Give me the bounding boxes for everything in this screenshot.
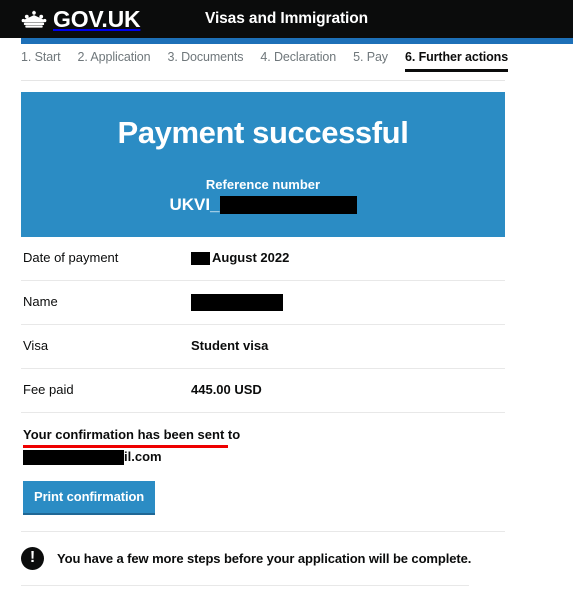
- step-declaration[interactable]: 4. Declaration: [260, 50, 336, 69]
- email-suffix-text: il.com: [124, 448, 162, 464]
- panel-title: Payment successful: [117, 115, 409, 150]
- govuk-logo-link[interactable]: GOV.UK: [21, 5, 141, 32]
- summary-value-name: [191, 293, 283, 311]
- date-redaction-bar: [191, 252, 210, 266]
- step-pay[interactable]: 5. Pay: [353, 50, 388, 69]
- header-blue-strip: [21, 38, 573, 44]
- email-redaction-bar: [23, 449, 124, 465]
- step-documents[interactable]: 3. Documents: [167, 50, 243, 69]
- payment-success-panel: Payment successful Reference number UKVI…: [21, 92, 505, 238]
- summary-key-name: Name: [23, 293, 58, 309]
- step-further-actions[interactable]: 6. Further actions: [404, 50, 508, 72]
- summary-value-fee-paid: 445.00 USD: [191, 381, 262, 397]
- govuk-header: GOV.UK Visas and Immigration: [0, 0, 573, 38]
- crown-icon: [21, 10, 47, 28]
- bottom-divider: [21, 584, 469, 586]
- red-annotation-underline: [23, 444, 228, 448]
- govuk-brand-text: GOV.UK: [53, 5, 141, 32]
- step-start[interactable]: 1. Start: [21, 50, 61, 69]
- warning-text: You have a few more steps before your ap…: [57, 550, 472, 566]
- warning-notice: ! You have a few more steps before your …: [21, 546, 505, 570]
- summary-row-fee-paid: Fee paid 445.00 USD: [21, 369, 505, 413]
- reference-number-label: Reference number: [205, 177, 321, 193]
- summary-key-fee-paid: Fee paid: [23, 381, 74, 397]
- step-application[interactable]: 2. Application: [78, 50, 151, 69]
- summary-key-date-of-payment: Date of payment: [23, 250, 119, 266]
- summary-row-name: Name: [21, 281, 505, 325]
- step-nav-divider: [21, 80, 505, 81]
- main-content: Payment successful Reference number UKVI…: [21, 92, 505, 600]
- reference-redaction-bar: [219, 195, 357, 214]
- exclamation-circle-icon: !: [21, 546, 44, 570]
- confirmation-sent-block: Your confirmation has been sent to il.co…: [21, 413, 505, 513]
- name-redaction-bar: [191, 293, 283, 311]
- summary-value-date-of-payment: August 2022: [191, 250, 289, 267]
- summary-row-visa: Visa Student visa: [21, 325, 505, 369]
- confirmation-sent-text: Your confirmation has been sent to: [23, 426, 241, 442]
- progress-step-nav: 1. Start 2. Application 3. Documents 4. …: [21, 50, 561, 78]
- section-divider: [21, 530, 505, 532]
- payment-summary-list: Date of payment August 2022 Name Visa St…: [21, 237, 505, 413]
- summary-key-visa: Visa: [23, 337, 49, 353]
- summary-value-visa: Student visa: [191, 337, 269, 353]
- confirmation-email-line: il.com: [23, 449, 505, 466]
- reference-prefix: UKVI_: [169, 194, 220, 214]
- print-confirmation-button[interactable]: Print confirmation: [23, 480, 156, 513]
- confirmation-sent-text-wrap: Your confirmation has been sent to: [23, 427, 240, 448]
- date-of-payment-text: August 2022: [212, 250, 290, 266]
- reference-number-value: UKVI_: [36, 195, 490, 215]
- page-root: GOV.UK Visas and Immigration 1. Start 2.…: [0, 0, 573, 600]
- summary-row-date-of-payment: Date of payment August 2022: [21, 237, 505, 281]
